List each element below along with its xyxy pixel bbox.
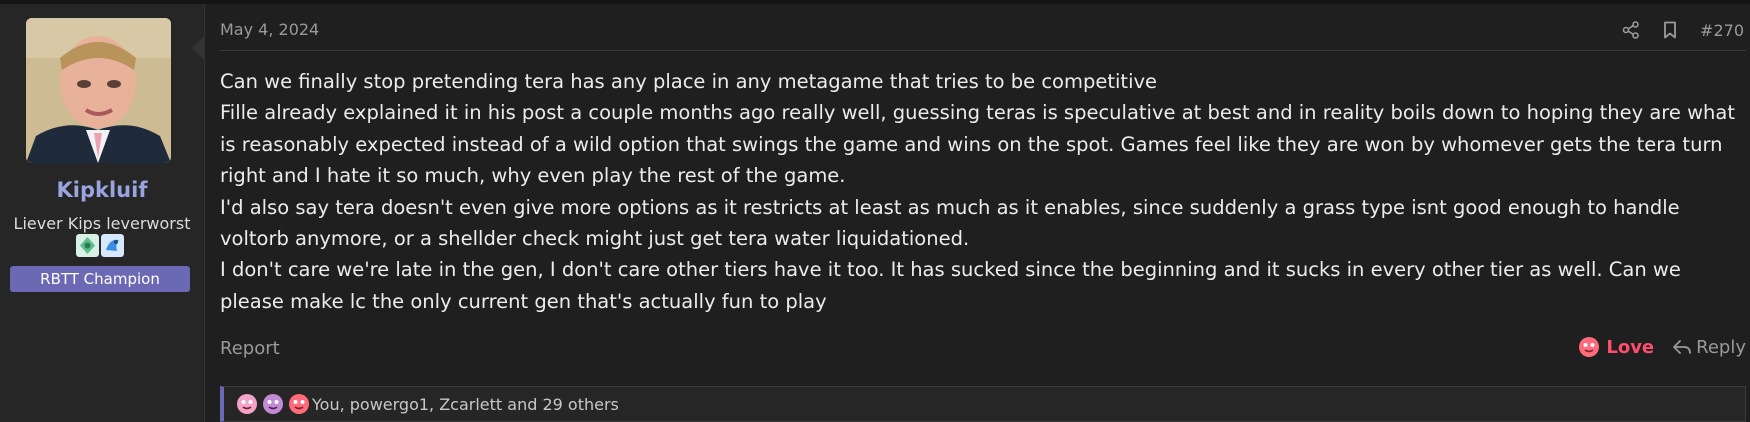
love-reaction-icon [237, 394, 257, 414]
post-paragraph: Can we finally stop pretending tera has … [220, 70, 1158, 93]
post-footer-actions: Love Reply [1578, 336, 1746, 358]
message-pointer [192, 36, 204, 60]
share-icon[interactable] [1622, 21, 1640, 39]
love-reaction-icon [263, 394, 283, 414]
post-paragraph: I don't care we're late in the gen, I do… [220, 258, 1681, 313]
post-paragraph: I'd also say tera doesn't even give more… [220, 195, 1680, 251]
post-number[interactable]: #270 [1700, 21, 1744, 40]
reply-button[interactable]: Reply [1672, 337, 1746, 358]
user-title: Liever Kips leverworst [13, 214, 191, 233]
post-date[interactable]: May 4, 2024 [220, 20, 319, 39]
post-paragraph: Fille already explained it in his post a… [220, 101, 1735, 188]
reply-label: Reply [1696, 336, 1746, 358]
love-button[interactable]: Love [1578, 336, 1654, 358]
love-reaction-icon [289, 394, 309, 414]
bookmark-icon[interactable] [1662, 21, 1678, 39]
grass-crest-badge-icon [76, 234, 99, 257]
user-badges [75, 234, 125, 258]
love-reaction-icon [1579, 337, 1600, 357]
reply-icon [1673, 340, 1692, 354]
reactions-summary[interactable]: You, powergo1, Zcarlett and 29 others [312, 395, 619, 414]
avatar[interactable] [26, 18, 171, 163]
reactions-bar[interactable]: You, powergo1, Zcarlett and 29 others [220, 386, 1746, 422]
post-body: Can we finally stop pretending tera has … [220, 66, 1746, 317]
top-divider [0, 0, 1750, 4]
post-header-actions: #270 [1622, 18, 1744, 42]
report-link[interactable]: Report [220, 338, 280, 359]
username[interactable]: Kipkluif [0, 178, 204, 202]
reaction-icons [236, 393, 310, 415]
header-divider [220, 50, 1746, 51]
water-crest-badge-icon [101, 234, 124, 257]
user-banner: RBTT Champion [10, 266, 190, 292]
user-sidebar: Kipkluif Liever Kips leverworst RBTT Cha… [0, 4, 205, 422]
love-label: Love [1606, 336, 1655, 358]
